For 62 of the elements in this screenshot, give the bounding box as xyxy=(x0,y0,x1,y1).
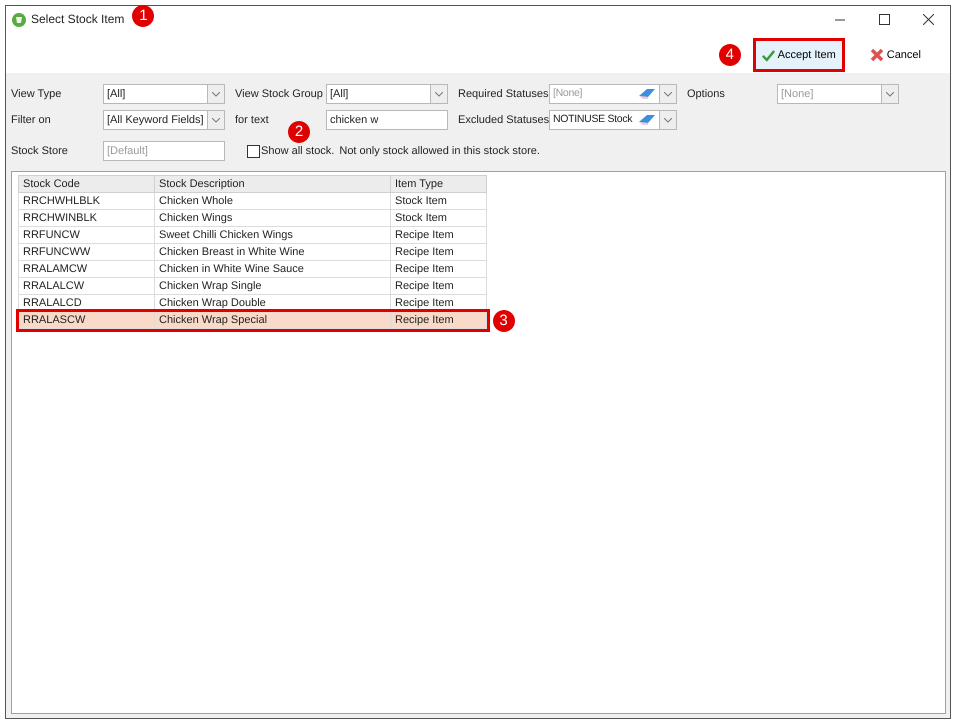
window-title: Select Stock Item xyxy=(31,12,124,28)
chevron-down-icon xyxy=(886,92,894,96)
eraser-icon[interactable] xyxy=(638,114,656,126)
cancel-button[interactable]: Cancel xyxy=(862,39,928,71)
field-label: View Stock Group xyxy=(235,86,324,102)
field-label: Required Statuses xyxy=(458,86,549,102)
dropdown[interactable]: [All] xyxy=(103,84,225,104)
table-row[interactable]: RRFUNCWW Chicken Breast in White Wine Recipe Item xyxy=(18,244,486,260)
chevron-down-icon xyxy=(212,92,220,96)
field-label: Options xyxy=(687,86,726,102)
checkbox-label[interactable]: Show all stock. xyxy=(261,144,334,158)
field-label: Filter on xyxy=(11,112,52,128)
table-cell: Stock Item xyxy=(390,210,486,226)
table-cell: Sweet Chilli Chicken Wings xyxy=(154,226,390,244)
table-cell: Recipe Item xyxy=(390,260,486,278)
accept-button[interactable]: Accept Item xyxy=(752,38,845,72)
column-header[interactable]: Stock Description xyxy=(154,176,390,192)
field-label: View Type xyxy=(11,86,62,102)
table-cell: Chicken Wings xyxy=(154,210,390,226)
table-cell: Chicken Wrap Special xyxy=(154,312,390,328)
table-cell: Chicken Breast in White Wine xyxy=(154,244,390,260)
table-row[interactable]: RRCHWINBLK Chicken Wings Stock Item xyxy=(18,210,486,226)
table-cell: RRCHWHLBLK xyxy=(18,192,154,210)
column-header[interactable]: Stock Code xyxy=(18,176,154,192)
close-icon[interactable] xyxy=(922,14,934,25)
table-cell: Chicken Wrap Single xyxy=(154,278,390,294)
chevron-down-icon xyxy=(212,118,220,122)
chevron-down-icon xyxy=(664,92,672,96)
table-cell: RRFUNCWW xyxy=(18,244,154,260)
table-row[interactable]: RRCHWHLBLK Chicken Whole Stock Item xyxy=(18,192,486,210)
table-cell: Stock Item xyxy=(390,192,486,210)
table-cell: RRALASCW xyxy=(18,312,154,328)
dropdown[interactable]: [All Keyword Fields] xyxy=(103,110,225,130)
maximize-icon[interactable] xyxy=(878,14,890,25)
table-row[interactable]: RRALAMCW Chicken in White Wine Sauce Recipe Item xyxy=(18,260,486,278)
field-label: Excluded Statuses xyxy=(458,112,549,128)
table-cell: RRALAMCW xyxy=(18,260,154,278)
text-field[interactable]: chicken w xyxy=(326,110,448,130)
table-cell: Chicken in White Wine Sauce xyxy=(154,260,390,278)
table-cell: Recipe Item xyxy=(390,226,486,244)
column-header[interactable]: Item Type xyxy=(390,176,486,192)
table-cell: RRFUNCW xyxy=(18,226,154,244)
cross-icon xyxy=(870,48,884,62)
app-icon xyxy=(12,12,26,26)
field-label: Stock Store xyxy=(11,144,69,158)
table-cell: RRALALCW xyxy=(18,278,154,294)
lookup-field[interactable]: NOTINUSE Stock xyxy=(549,110,677,130)
note-text: Not only stock allowed in this stock store. xyxy=(339,144,540,158)
chevron-down-icon xyxy=(664,118,672,122)
table-cell: Recipe Item xyxy=(390,278,486,294)
table-row[interactable]: RRALALCW Chicken Wrap Single Recipe Item xyxy=(18,278,486,294)
table-row[interactable]: RRALASCW Chicken Wrap Special Recipe Item xyxy=(18,312,486,328)
table-cell: Chicken Whole xyxy=(154,192,390,210)
table-cell: Recipe Item xyxy=(390,312,486,328)
field-label: for text xyxy=(235,112,270,128)
table-row[interactable]: RRFUNCW Sweet Chilli Chicken Wings Recipe Item xyxy=(18,226,486,244)
chevron-down-icon xyxy=(435,92,443,96)
dropdown[interactable]: [All] xyxy=(326,84,448,104)
table-cell: Recipe Item xyxy=(390,244,486,260)
checkmark-icon xyxy=(762,48,775,62)
table-cell: RRCHWINBLK xyxy=(18,210,154,226)
checkbox[interactable] xyxy=(247,144,260,158)
